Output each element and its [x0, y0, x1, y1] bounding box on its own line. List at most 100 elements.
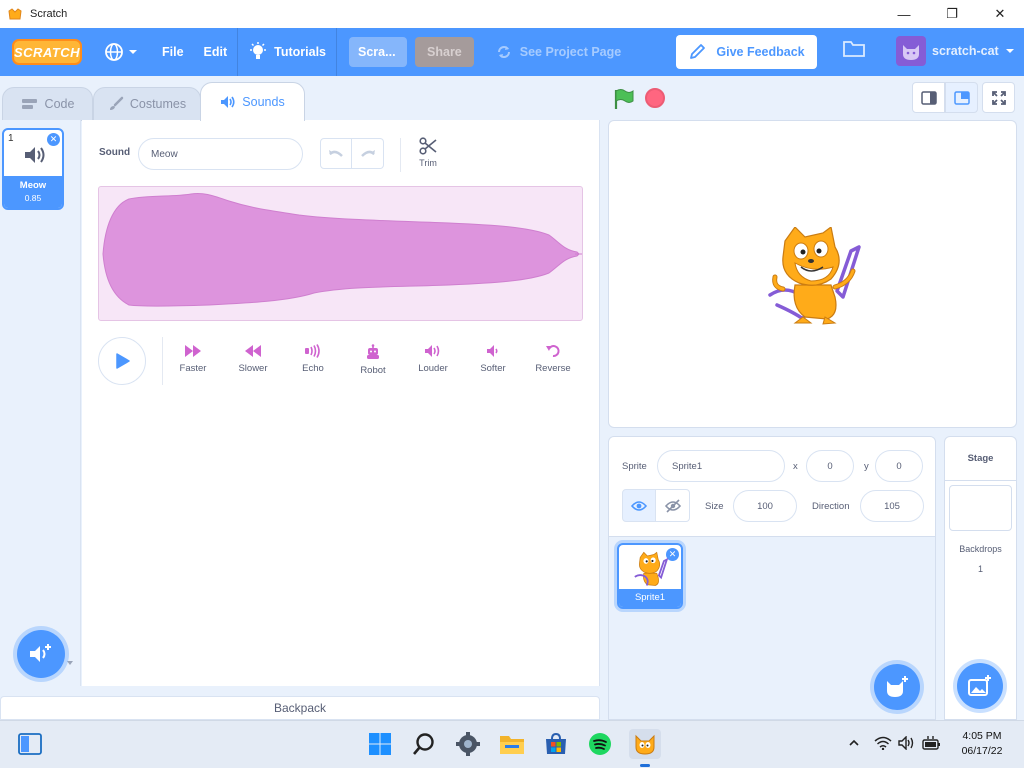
effect-reverse-button[interactable]: Reverse [527, 344, 579, 374]
search-icon [413, 733, 434, 755]
file-menu[interactable]: File [152, 28, 194, 76]
hide-sprite-button[interactable] [656, 489, 690, 522]
give-feedback-label: Give Feedback [716, 45, 805, 59]
store-button[interactable] [543, 731, 569, 757]
delete-sound-button[interactable]: ✕ [47, 133, 60, 146]
backdrops-count: 1 [977, 564, 983, 574]
file-explorer-button[interactable] [499, 731, 525, 757]
wifi-icon[interactable] [874, 736, 892, 750]
scratch-logo[interactable]: SCRATCH [12, 39, 82, 65]
sound-name-label: Sound [99, 147, 131, 158]
menu-divider [336, 28, 338, 76]
gear-icon [456, 732, 480, 756]
spotify-button[interactable] [587, 731, 613, 757]
settings-button[interactable] [455, 731, 481, 757]
effect-faster-button[interactable]: Faster [167, 344, 219, 374]
sound-list: 1 ✕ Meow 0.85 [0, 120, 81, 686]
sprite-tile-sprite1[interactable]: ✕ Sprite1 [617, 543, 683, 609]
tab-sounds-label: Sounds [242, 95, 285, 109]
fullscreen-button[interactable] [982, 82, 1015, 113]
y-input[interactable]: 0 [875, 450, 923, 482]
scratch-taskbar-button[interactable] [629, 729, 661, 759]
effect-robot-label: Robot [360, 365, 386, 376]
spotify-icon [589, 733, 611, 755]
window-title: Scratch [30, 8, 68, 20]
search-button[interactable] [411, 731, 437, 757]
undo-icon [329, 149, 343, 157]
give-feedback-button[interactable]: Give Feedback [676, 35, 817, 69]
echo-icon [305, 344, 320, 358]
sprite-name-input[interactable]: Sprite1 [657, 450, 785, 482]
effect-faster-label: Faster [179, 363, 207, 374]
tutorials-button[interactable]: Tutorials [238, 28, 336, 76]
reverse-icon [546, 345, 560, 357]
chevron-down-icon [129, 50, 137, 54]
effect-softer-button[interactable]: Softer [467, 344, 519, 374]
tab-code[interactable]: Code [2, 87, 93, 121]
language-menu[interactable] [94, 28, 152, 76]
windows-logo-icon [369, 733, 391, 755]
folder-icon [500, 736, 524, 754]
tab-costumes-label: Costumes [129, 97, 187, 111]
scratch-cat-icon [635, 734, 655, 755]
green-flag-button[interactable] [612, 87, 636, 111]
start-button[interactable] [367, 731, 393, 757]
tab-costumes[interactable]: Costumes [93, 87, 201, 121]
speaker-icon [25, 147, 45, 163]
sound-waveform[interactable] [98, 186, 583, 321]
chevron-up-icon[interactable] [848, 738, 860, 748]
stage-thumbnail[interactable] [949, 485, 1012, 531]
window-titlebar: Scratch — ❐ ✕ [0, 0, 1024, 28]
see-project-page-label: See Project Page [519, 45, 622, 59]
stop-button[interactable] [645, 88, 665, 108]
battery-icon[interactable] [922, 735, 942, 751]
undo-button[interactable] [320, 138, 352, 169]
small-stage-button[interactable] [912, 82, 945, 113]
normal-stage-button[interactable] [945, 82, 978, 113]
stage-canvas[interactable] [608, 120, 1017, 428]
sound-tile-duration: 0.85 [24, 193, 42, 203]
visibility-toggle [622, 489, 690, 522]
add-sound-button[interactable] [17, 630, 65, 678]
effect-robot-button[interactable]: Robot [347, 344, 399, 376]
maximize-button[interactable]: ❐ [928, 0, 976, 28]
backpack-header[interactable]: Backpack [0, 696, 600, 720]
waveform-shape [102, 193, 582, 307]
effect-slower-button[interactable]: Slower [227, 344, 279, 374]
share-button[interactable]: Share [415, 37, 474, 67]
edit-menu[interactable]: Edit [194, 28, 238, 76]
volume-icon[interactable] [898, 736, 916, 750]
close-button[interactable]: ✕ [976, 0, 1024, 28]
project-title-input[interactable]: Scra... [349, 37, 408, 67]
refresh-icon [497, 46, 510, 58]
play-sound-button[interactable] [98, 337, 146, 385]
task-view-button[interactable] [17, 731, 43, 757]
tutorials-label: Tutorials [274, 45, 327, 59]
folder-icon[interactable] [842, 38, 866, 60]
size-input[interactable]: 100 [733, 490, 797, 522]
see-project-page-button[interactable]: See Project Page [486, 28, 631, 76]
add-sprite-button[interactable] [874, 664, 920, 710]
effect-louder-button[interactable]: Louder [407, 344, 459, 374]
account-menu[interactable]: scratch-cat [896, 36, 1015, 66]
minimize-button[interactable]: — [880, 0, 928, 28]
redo-button[interactable] [352, 138, 384, 169]
stage-pane-title: Stage [945, 437, 1016, 481]
sound-name-input[interactable]: Meow [138, 138, 303, 170]
show-sprite-button[interactable] [622, 489, 656, 522]
add-backdrop-button[interactable] [957, 663, 1003, 709]
direction-input[interactable]: 105 [860, 490, 924, 522]
tab-sounds[interactable]: Sounds [200, 82, 305, 121]
backdrops-label: Backdrops [959, 544, 1002, 554]
x-input[interactable]: 0 [806, 450, 854, 482]
sound-editor: Sound Meow Trim Faster Slower Echo Robot… [82, 120, 600, 686]
scratch-cat-sprite[interactable] [765, 227, 865, 325]
sound-tile-meow[interactable]: 1 ✕ Meow 0.85 [2, 128, 64, 210]
sound-index: 1 [8, 133, 14, 144]
taskbar-clock[interactable]: 4:05 PM 06/17/22 [952, 729, 1012, 759]
trim-label: Trim [419, 158, 437, 168]
x-label: x [793, 461, 798, 472]
trim-button[interactable]: Trim [415, 137, 441, 168]
effect-echo-button[interactable]: Echo [287, 344, 339, 374]
sound-list-scroll-arrow[interactable] [66, 128, 74, 668]
